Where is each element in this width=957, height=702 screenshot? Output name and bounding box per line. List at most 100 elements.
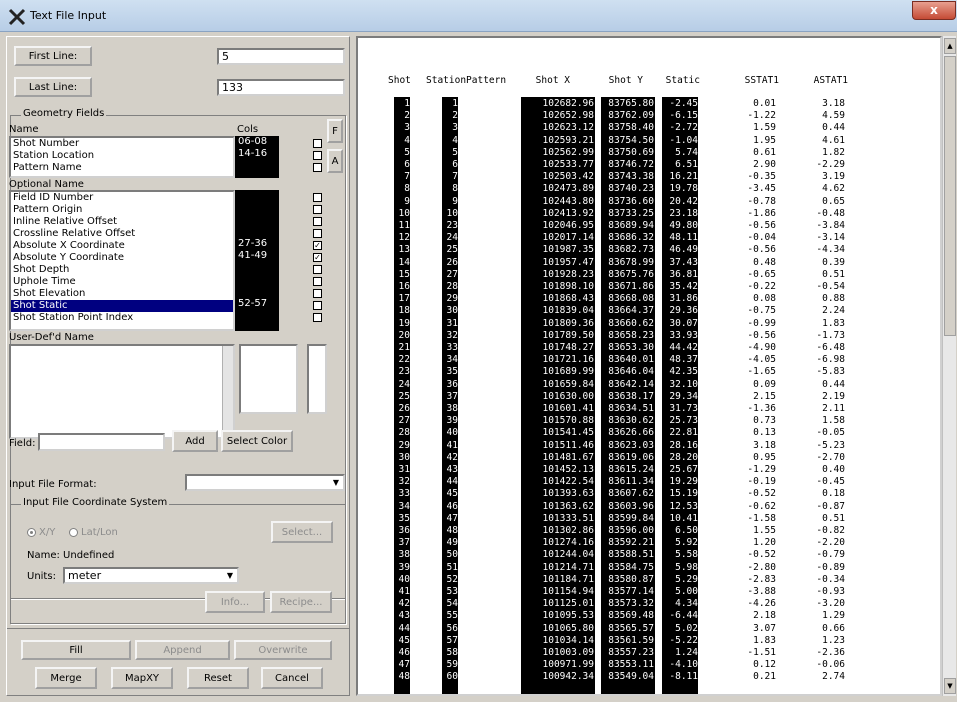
add-button[interactable]: Add	[172, 430, 218, 452]
table-cell: -5.22	[669, 634, 698, 646]
mapxy-button[interactable]: MapXY	[111, 667, 173, 689]
optional-field-cols	[238, 274, 279, 286]
table-cell: -0.79	[816, 549, 845, 561]
table-cell: -3.14	[816, 232, 845, 244]
optional-field-checkbox[interactable]	[313, 205, 322, 214]
latlon-radio[interactable]: Lat/Lon	[69, 527, 118, 538]
table-cell: 28	[398, 427, 410, 439]
a-button[interactable]: A	[327, 149, 343, 173]
first-line-button[interactable]: First Line:	[14, 46, 92, 66]
table-cell: 4.34	[675, 598, 698, 610]
table-row: 48 60 100942.34 83549.04 -8.11 0.21 2.74	[358, 671, 940, 683]
f-button[interactable]: F	[327, 119, 343, 143]
table-cell: 22.81	[669, 427, 698, 439]
close-button[interactable]: x	[912, 1, 956, 20]
optional-field-checkbox[interactable]	[313, 301, 322, 310]
radio-icon	[69, 527, 78, 537]
required-field-item[interactable]: Station Location	[11, 150, 233, 162]
table-cell: 3.18	[822, 98, 845, 109]
table-cell: 44	[446, 476, 458, 488]
table-cell: 83577.14	[608, 586, 654, 597]
table-cell: 24	[398, 378, 410, 390]
optional-field-item[interactable]: Shot Static	[11, 300, 233, 312]
optional-field-checkbox[interactable]	[313, 217, 322, 226]
select-button[interactable]: Select...	[271, 521, 333, 543]
userdef-cols-list[interactable]	[239, 344, 298, 414]
table-cell: -0.06	[816, 659, 845, 671]
optional-field-cols	[238, 286, 279, 298]
optional-field-item[interactable]: Inline Relative Offset	[11, 216, 233, 228]
dropdown-arrow-icon: ▼	[332, 478, 340, 487]
required-fields-list[interactable]: Shot Number Station Location Pattern Name	[9, 136, 235, 178]
table-cell: -3.84	[816, 220, 845, 231]
optional-field-item[interactable]: Shot Elevation	[11, 288, 233, 300]
table-cell: 47	[398, 659, 410, 671]
optional-fields-list[interactable]: Field ID Number Pattern Origin Inline Rela…	[9, 190, 235, 331]
optional-field-item[interactable]: Crossline Relative Offset	[11, 228, 233, 240]
scroll-up-icon[interactable]: ▲	[944, 38, 956, 54]
units-dropdown[interactable]: meter ▼	[63, 567, 239, 584]
xy-radio[interactable]: X/Y	[27, 527, 55, 538]
optional-field-checkbox[interactable]	[313, 229, 322, 238]
info-button[interactable]: Info...	[205, 591, 265, 613]
required-field-checkbox[interactable]	[313, 139, 322, 148]
recipe-button[interactable]: Recipe...	[270, 591, 332, 613]
optional-field-checkbox[interactable]	[313, 265, 322, 274]
optional-header: Optional Name	[9, 179, 84, 190]
table-cell: 37	[398, 537, 410, 549]
optional-field-checkbox[interactable]: ✓	[313, 241, 322, 250]
table-cell: 59	[446, 659, 458, 671]
optional-field-item[interactable]: Shot Depth	[11, 264, 233, 276]
reset-button[interactable]: Reset	[187, 667, 249, 689]
table-cell: 7	[452, 171, 458, 183]
last-line-button[interactable]: Last Line:	[14, 77, 92, 97]
optional-field-item[interactable]: Shot Station Point Index	[11, 312, 233, 324]
cancel-button[interactable]: Cancel	[261, 667, 323, 689]
table-cell: -8.11	[669, 671, 698, 683]
scroll-thumb[interactable]	[944, 56, 956, 336]
preview-scrollbar[interactable]: ▲ ▼	[942, 36, 956, 696]
optional-field-item[interactable]: Absolute X Coordinate	[11, 240, 233, 252]
table-cell: 46	[446, 500, 458, 512]
required-field-item[interactable]: Shot Number	[11, 138, 233, 150]
table-row: 26 38 101601.41 83634.51 31.73 -1.36 2.11	[358, 403, 940, 414]
userdef-scrollbar[interactable]	[222, 346, 233, 436]
optional-field-checkbox[interactable]	[313, 289, 322, 298]
select-color-button[interactable]: Select Color	[221, 430, 293, 452]
optional-field-checkbox[interactable]	[313, 193, 322, 202]
optional-field-item[interactable]: Pattern Origin	[11, 204, 233, 216]
format-dropdown[interactable]: ▼	[185, 474, 345, 491]
table-cell: -5.23	[816, 439, 845, 451]
userdef-check-list[interactable]	[307, 344, 327, 414]
merge-button[interactable]: Merge	[35, 667, 97, 689]
optional-field-item[interactable]: Field ID Number	[11, 192, 233, 204]
table-cell: 4	[404, 134, 410, 146]
required-field-item[interactable]: Pattern Name	[11, 162, 233, 174]
table-cell: 29	[446, 293, 458, 305]
table-cell: 1.29	[822, 610, 845, 622]
required-cols-block: 06-08 14-16	[235, 136, 279, 178]
table-row: 16 28 101898.10 83671.86 35.42 -0.22 -0.54	[358, 282, 940, 292]
required-field-checkbox[interactable]	[313, 163, 322, 172]
required-field-checkbox[interactable]	[313, 151, 322, 160]
last-line-input[interactable]: 133	[217, 79, 345, 96]
optional-field-item[interactable]: Uphole Time	[11, 276, 233, 288]
scroll-down-icon[interactable]: ▼	[944, 678, 956, 694]
overwrite-button[interactable]: Overwrite	[234, 640, 332, 660]
userdef-list[interactable]	[9, 344, 235, 439]
table-row: 44 56 101065.80 83565.57 5.02 3.07 0.66	[358, 623, 940, 634]
optional-field-checkbox[interactable]	[313, 277, 322, 286]
first-line-input[interactable]: 5	[217, 48, 345, 65]
table-cell: 0.88	[822, 293, 845, 305]
field-input[interactable]	[38, 433, 165, 451]
optional-field-checkbox[interactable]: ✓	[313, 253, 322, 262]
optional-field-checkbox[interactable]	[313, 313, 322, 322]
table-cell: 101452.13	[542, 464, 594, 475]
table-cell: 83668.08	[608, 293, 654, 305]
table-cell: 83754.50	[608, 134, 654, 146]
fill-button[interactable]: Fill	[21, 640, 131, 660]
append-button[interactable]: Append	[135, 640, 230, 660]
optional-field-item[interactable]: Absolute Y Coordinate	[11, 252, 233, 264]
table-cell: 26	[398, 403, 410, 414]
file-preview-panel[interactable]: Shot StationPattern Shot X Shot Y Static SSTA…	[356, 36, 942, 696]
